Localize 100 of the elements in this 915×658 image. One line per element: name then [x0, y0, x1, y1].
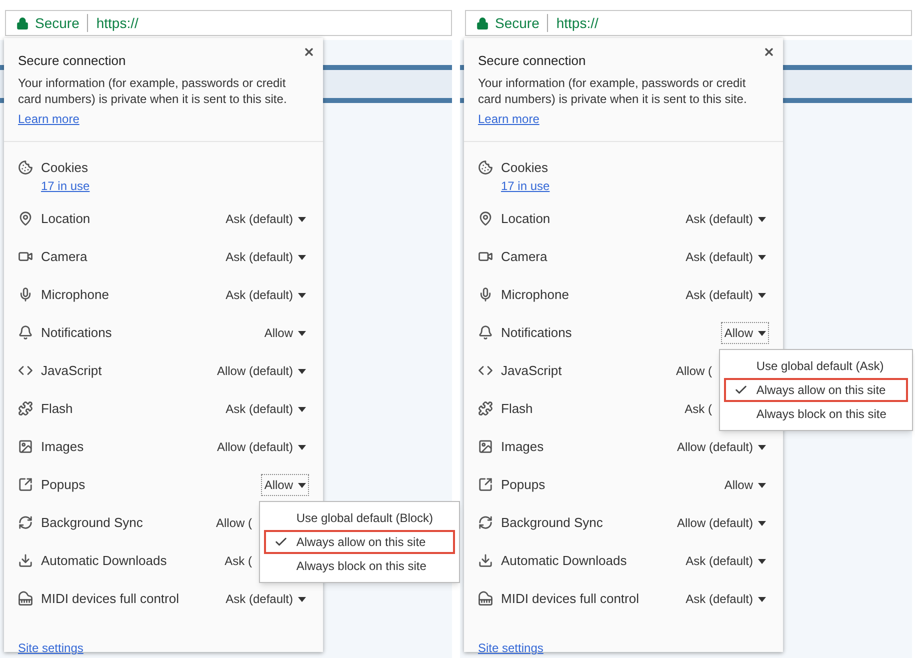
permission-dropdown[interactable]: Ask ( — [222, 550, 255, 572]
caret-icon — [758, 216, 766, 222]
permission-dropdown[interactable]: Allow — [721, 474, 769, 496]
learn-more-link[interactable]: Learn more — [478, 112, 540, 126]
piano-icon — [478, 591, 493, 606]
description-text: Your information (for example, passwords or credit card numbers) is private when it is sent to this site. — [478, 74, 748, 106]
permission-dropdown[interactable]: Allow — [261, 322, 309, 344]
menu-option[interactable]: Always block on this site — [264, 554, 456, 578]
bell-icon — [478, 325, 493, 340]
permission-dropdown[interactable]: Ask (default) — [222, 284, 309, 306]
site-settings-link[interactable]: Site settings — [18, 640, 84, 654]
menu-option[interactable]: Always allow on this site — [724, 378, 908, 402]
popup-title: Secure connection — [478, 52, 587, 70]
permission-dropdown[interactable]: Allow (default) — [674, 436, 769, 458]
permission-dropdown[interactable]: Ask (default) — [222, 208, 309, 230]
learn-more-link[interactable]: Learn more — [18, 112, 80, 126]
close-icon[interactable] — [763, 46, 775, 58]
permission-label: JavaScript — [41, 362, 103, 380]
code-icon — [18, 363, 33, 378]
permission-label: Location — [501, 210, 552, 228]
permission-dropdown[interactable]: Ask ( — [682, 398, 715, 420]
address-bar[interactable]: Secure https:// — [5, 10, 452, 36]
cookies-link[interactable]: 17 in use — [41, 177, 90, 196]
microphone-icon — [18, 287, 33, 302]
permission-dropdown[interactable]: Ask (default) — [222, 588, 309, 610]
piano-icon — [18, 591, 33, 606]
camera-icon — [478, 249, 493, 264]
permission-label: Flash — [501, 400, 534, 418]
permission-dropdown[interactable]: Ask (default) — [682, 550, 769, 572]
caret-icon — [298, 444, 306, 450]
menu-option[interactable]: Always block on this site — [724, 402, 908, 426]
permission-dropdown[interactable]: Ask (default) — [682, 284, 769, 306]
permission-dropdown[interactable]: Ask (default) — [682, 246, 769, 268]
code-icon — [478, 363, 493, 378]
popup-title: Secure connection — [18, 52, 127, 70]
site-settings-link[interactable]: Site settings — [478, 640, 544, 654]
caret-icon — [298, 406, 306, 412]
permission-label: Microphone — [501, 286, 570, 304]
permission-dropdown[interactable]: Ask (default) — [222, 398, 309, 420]
permission-label: MIDI devices full control — [41, 590, 180, 608]
permission-dropdown[interactable]: Ask (default) — [682, 208, 769, 230]
permission-label: Background Sync — [41, 514, 144, 532]
address-bar[interactable]: Secure https:// — [465, 10, 912, 36]
permission-dropdown[interactable]: Allow ( — [212, 512, 255, 534]
menu-option[interactable]: Use global default (Block) — [264, 506, 456, 530]
puzzle-icon — [478, 401, 493, 416]
caret-icon — [298, 482, 306, 488]
caret-icon — [298, 368, 306, 374]
description-text: Your information (for example, passwords or credit card numbers) is private when it is sent to this site. — [18, 74, 288, 106]
permission-dropdown[interactable]: Ask (default) — [682, 588, 769, 610]
download-icon — [478, 553, 493, 568]
cookie-icon — [18, 160, 33, 175]
caret-icon — [758, 520, 766, 526]
security-status: Secure — [35, 14, 80, 32]
permission-dropdown[interactable]: Ask (default) — [222, 246, 309, 268]
permission-dropdown[interactable]: Allow — [261, 474, 309, 496]
lock-icon — [16, 16, 29, 30]
permission-label: Camera — [41, 248, 88, 266]
sync-icon — [478, 515, 493, 530]
permission-label: Cookies — [501, 158, 548, 177]
permission-label: MIDI devices full control — [501, 590, 640, 608]
caret-icon — [298, 292, 306, 298]
cookies-link[interactable]: 17 in use — [501, 177, 550, 196]
caret-icon — [758, 330, 766, 336]
external-link-icon — [478, 477, 493, 492]
caret-icon — [758, 596, 766, 602]
permission-label: Notifications — [41, 324, 113, 342]
permission-label: JavaScript — [501, 362, 563, 380]
permission-label: Automatic Downloads — [501, 552, 628, 570]
menu-option[interactable]: Always allow on this site — [264, 530, 456, 554]
caret-icon — [298, 596, 306, 602]
permission-label: Background Sync — [501, 514, 604, 532]
caret-icon — [758, 482, 766, 488]
caret-icon — [298, 254, 306, 260]
permission-dropdown[interactable]: Allow (default) — [674, 512, 769, 534]
url-text: https:// — [556, 14, 598, 33]
permission-dropdown[interactable]: Allow (default) — [214, 360, 309, 382]
puzzle-icon — [18, 401, 33, 416]
permission-label: Images — [501, 438, 545, 456]
permission-label: Microphone — [41, 286, 110, 304]
close-icon[interactable] — [303, 46, 315, 58]
menu-option[interactable]: Use global default (Ask) — [724, 354, 908, 378]
check-icon — [274, 534, 288, 548]
permission-dropdown[interactable]: Allow (default) — [214, 436, 309, 458]
caret-icon — [758, 444, 766, 450]
permission-label: Notifications — [501, 324, 573, 342]
permission-label: Images — [41, 438, 85, 456]
permission-label: Popups — [41, 476, 86, 494]
image-icon — [478, 439, 493, 454]
external-link-icon — [18, 477, 33, 492]
permission-label: Location — [41, 210, 92, 228]
permission-label: Automatic Downloads — [41, 552, 168, 570]
camera-icon — [18, 249, 33, 264]
image-icon — [18, 439, 33, 454]
permission-dropdown[interactable]: Allow — [721, 322, 769, 344]
caret-icon — [298, 330, 306, 336]
bell-icon — [18, 325, 33, 340]
security-status: Secure — [495, 14, 540, 32]
permission-dropdown[interactable]: Allow ( — [672, 360, 715, 382]
permission-label: Popups — [501, 476, 546, 494]
